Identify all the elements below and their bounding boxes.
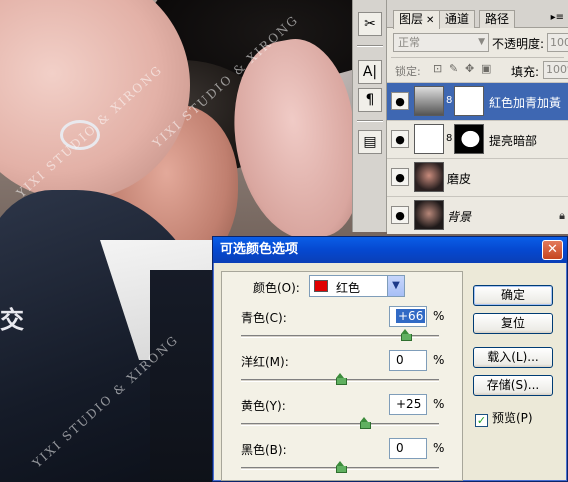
layer-row[interactable]: ● 8 紅色加青加黃: [387, 82, 568, 120]
panel-tabs: 图层 ✕ 通道 路径 ▸≡: [387, 0, 568, 29]
slider-thumb[interactable]: [360, 417, 371, 429]
layers-panel: 图层✕ 通道 路径 ▸≡ 正常▼ 不透明度: 100% 锁定: ⊡ ✎ ✥ ▣ …: [386, 0, 568, 234]
yellow-label: 黄色(Y):: [241, 399, 286, 413]
link-icon: 8: [446, 133, 453, 144]
lock-position-icon[interactable]: ✥: [465, 62, 474, 75]
layer-row[interactable]: ● 磨皮: [387, 158, 568, 196]
tab-layers[interactable]: 图层 ✕: [393, 10, 441, 29]
magenta-slider[interactable]: [241, 373, 439, 385]
magenta-input[interactable]: 0: [389, 350, 427, 371]
colors-value: 红色: [336, 281, 361, 295]
eye-icon[interactable]: ●: [391, 168, 409, 186]
layer-name: 背景: [447, 210, 472, 224]
lock-row: 锁定: ⊡ ✎ ✥ ▣ 填充: 100%: [391, 57, 568, 79]
load-button[interactable]: 载入(L)...: [473, 347, 553, 368]
chevron-down-icon[interactable]: ▼: [387, 276, 404, 296]
layer-row[interactable]: ● 8 提亮暗部: [387, 120, 568, 158]
tool-strip: ✂ A| ¶ ▤: [352, 0, 386, 232]
close-icon[interactable]: ✕: [426, 15, 434, 26]
eye-icon[interactable]: ●: [391, 130, 409, 148]
black-label: 黑色(B):: [241, 443, 287, 457]
close-button[interactable]: ✕: [542, 240, 563, 260]
percent-label: %: [433, 441, 445, 455]
layer-name: 提亮暗部: [489, 134, 538, 148]
lock-transparent-icon[interactable]: ⊡: [433, 62, 442, 75]
percent-label: %: [433, 397, 445, 411]
lock-all-icon[interactable]: ▣: [481, 62, 491, 75]
lock-pixels-icon[interactable]: ✎: [449, 62, 458, 75]
tab-paths[interactable]: 路径: [479, 10, 516, 28]
mask-thumbnail[interactable]: [454, 124, 484, 154]
selective-color-dialog: 可选颜色选项 ✕ 颜色(O): 红色 ▼ 青色(C): +66 % 洋红(M):…: [212, 236, 568, 482]
tab-channels[interactable]: 通道: [439, 10, 476, 28]
layer-comps-icon[interactable]: ▤: [358, 130, 382, 154]
fill-label: 填充:: [511, 65, 540, 79]
black-slider[interactable]: [241, 461, 439, 473]
cyan-slider[interactable]: [241, 329, 439, 341]
layer-name: 紅色加青加黃: [489, 96, 562, 110]
opacity-label: 不透明度:: [492, 37, 545, 51]
mask-thumbnail[interactable]: [454, 86, 484, 116]
dialog-title: 可选颜色选项: [220, 242, 299, 257]
slider-thumb[interactable]: [336, 461, 347, 473]
jacket-print: 交: [0, 306, 24, 334]
color-swatch: [314, 280, 328, 292]
dialog-titlebar[interactable]: 可选颜色选项 ✕: [213, 237, 567, 263]
opacity-input[interactable]: 100%: [547, 33, 568, 52]
blend-mode-select[interactable]: 正常 ▼: [393, 33, 489, 52]
lock-icon: 🔒︎: [559, 209, 565, 222]
layer-row[interactable]: ● 背景 🔒︎: [387, 196, 568, 234]
checkmark-icon[interactable]: ✓: [475, 414, 488, 427]
reset-button[interactable]: 复位: [473, 313, 553, 334]
preview-label: 预览(P): [492, 411, 533, 425]
link-icon: 8: [446, 95, 453, 106]
magenta-label: 洋红(M):: [241, 355, 289, 369]
layer-thumbnail: [414, 162, 444, 192]
character-icon[interactable]: A|: [358, 60, 382, 84]
layer-thumbnail: [414, 200, 444, 230]
curves-thumbnail: [414, 124, 444, 154]
black-input[interactable]: 0: [389, 438, 427, 459]
percent-label: %: [433, 309, 445, 323]
cyan-input[interactable]: +66: [389, 306, 427, 327]
blend-row: 正常▼ 不透明度: 100%: [393, 32, 568, 52]
save-button[interactable]: 存储(S)...: [473, 375, 553, 396]
preview-checkbox[interactable]: ✓ 预览(P): [475, 409, 533, 427]
paragraph-icon[interactable]: ¶: [358, 88, 382, 112]
chevron-down-icon: ▼: [478, 37, 485, 47]
yellow-input[interactable]: +25: [389, 394, 427, 415]
percent-label: %: [433, 353, 445, 367]
slider-thumb[interactable]: [336, 373, 347, 385]
colors-label: 颜色(O):: [253, 281, 300, 295]
panel-menu-icon[interactable]: ▸≡: [551, 12, 564, 23]
adjustment-thumbnail: [414, 86, 444, 116]
eye-icon[interactable]: ●: [391, 92, 409, 110]
tools-icon[interactable]: ✂: [358, 12, 382, 36]
tool-separator: [357, 120, 383, 122]
colors-dropdown[interactable]: 红色 ▼: [309, 275, 405, 297]
fill-input[interactable]: 100%: [543, 61, 568, 79]
tool-separator: [357, 45, 383, 47]
eye-icon[interactable]: ●: [391, 206, 409, 224]
ok-button[interactable]: 确定: [473, 285, 553, 306]
lock-label: 锁定:: [395, 65, 421, 78]
slider-thumb[interactable]: [401, 329, 412, 341]
yellow-slider[interactable]: [241, 417, 439, 429]
cyan-label: 青色(C):: [241, 311, 287, 325]
layer-name: 磨皮: [447, 172, 472, 186]
